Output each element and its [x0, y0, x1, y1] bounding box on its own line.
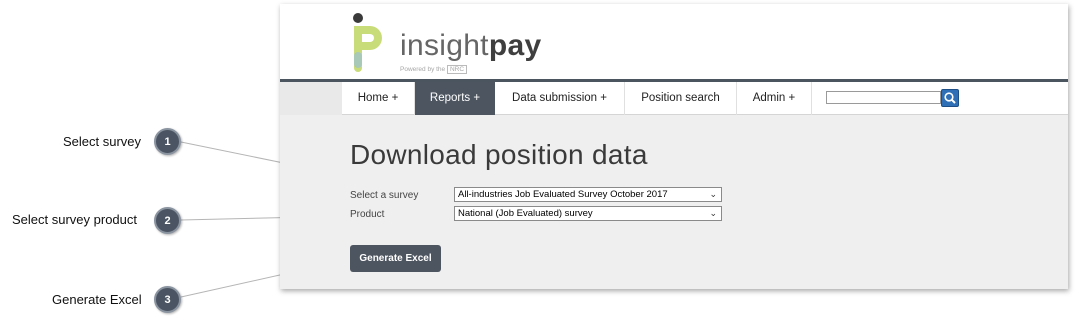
chevron-down-icon: ⌄: [709, 208, 717, 218]
callout-label-3: Generate Excel: [52, 292, 142, 307]
powered-prefix: Powered by the: [400, 66, 446, 73]
nav-item-reports[interactable]: Reports +: [415, 82, 495, 115]
survey-select-value: All-industries Job Evaluated Survey Octo…: [458, 189, 668, 200]
nav-item-home[interactable]: Home +: [342, 82, 415, 115]
page-title: Download position data: [350, 139, 648, 170]
site-header: insightpay Powered by the NRC: [280, 4, 1068, 79]
search-button[interactable]: [941, 89, 959, 107]
app-window: insightpay Powered by the NRC Home + Rep…: [280, 4, 1068, 289]
search-icon: [944, 92, 956, 104]
nav-item-admin[interactable]: Admin +: [737, 82, 812, 115]
powered-org: NRC: [446, 65, 468, 74]
nav-item-position-search[interactable]: Position search: [625, 82, 737, 115]
product-select[interactable]: National (Job Evaluated) survey ⌄: [454, 206, 722, 221]
nav-left-spacer: [280, 82, 342, 115]
brand-name-light: insight: [400, 29, 489, 62]
powered-by-text: Powered by the NRC: [400, 65, 468, 74]
nav-item-data-submission[interactable]: Data submission +: [495, 82, 625, 115]
callout-number-1: 1: [154, 128, 181, 155]
callout-number-2: 2: [154, 207, 181, 234]
survey-label: Select a survey: [350, 190, 419, 201]
callout-label-1: Select survey: [63, 134, 142, 149]
product-select-value: National (Job Evaluated) survey: [458, 208, 593, 219]
generate-excel-button[interactable]: Generate Excel: [350, 245, 441, 272]
survey-select[interactable]: All-industries Job Evaluated Survey Octo…: [454, 187, 722, 202]
main-nav: Home + Reports + Data submission + Posit…: [342, 82, 1068, 115]
callout-label-2: Select survey product: [12, 212, 138, 227]
product-label: Product: [350, 209, 385, 220]
search-input[interactable]: [826, 91, 941, 104]
brand-wordmark: insightpay: [400, 29, 541, 63]
brand-name-bold: pay: [488, 29, 542, 62]
chevron-down-icon: ⌄: [709, 189, 717, 199]
callout-number-3: 3: [154, 286, 181, 313]
insightpay-logo-icon: [353, 13, 382, 72]
